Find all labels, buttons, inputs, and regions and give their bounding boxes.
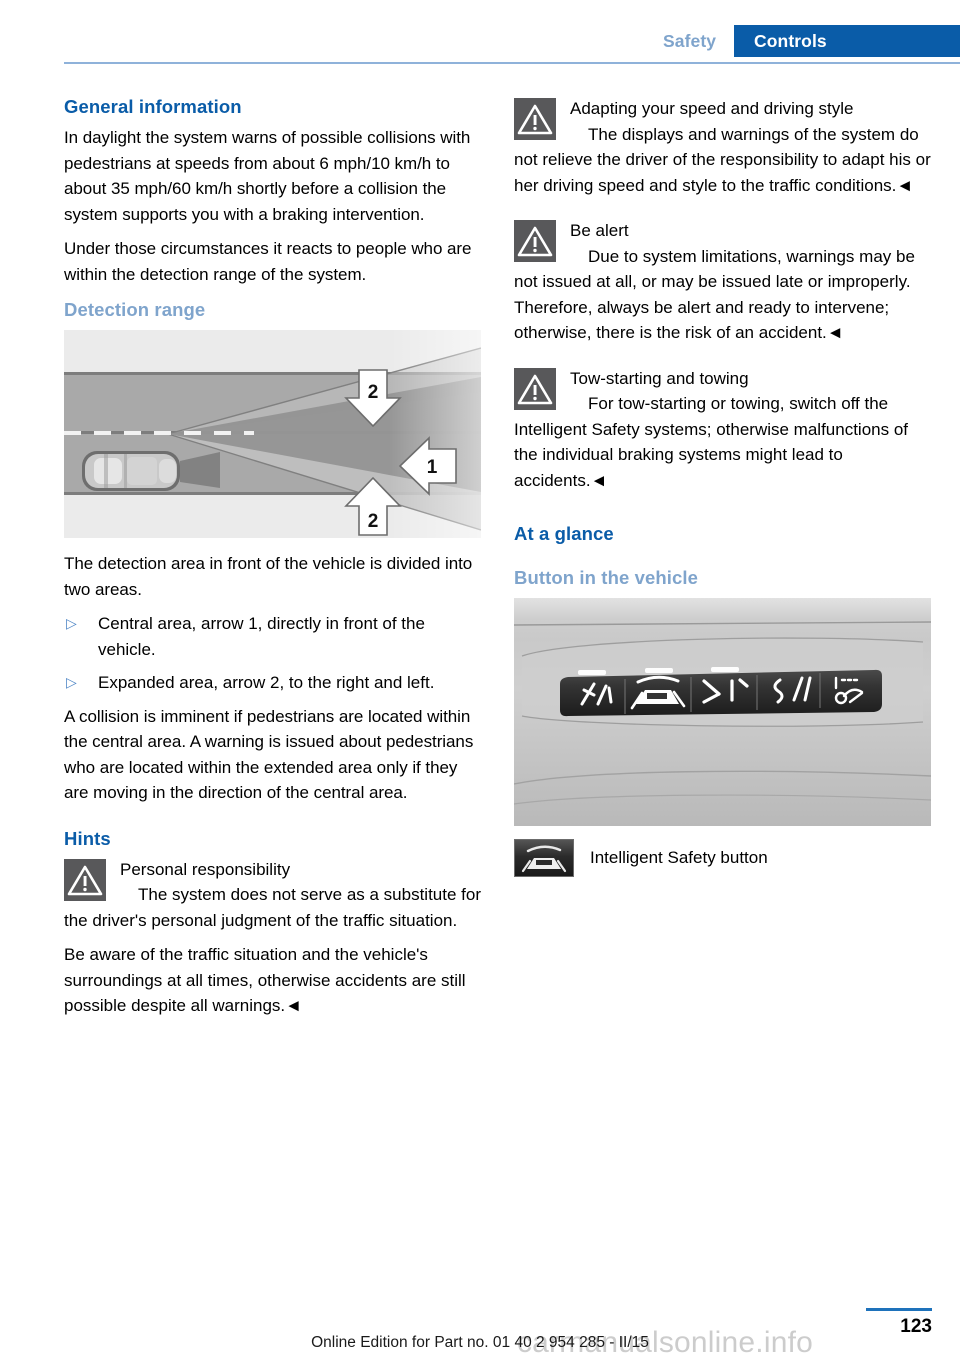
bullet-central-area-text: Central area, arrow 1, directly in front… — [98, 614, 425, 659]
warning-body: For tow-starting or towing, switch off t… — [514, 394, 909, 490]
header-tab-controls[interactable]: Controls — [754, 31, 827, 52]
left-column: General information In daylight the syst… — [64, 96, 481, 1028]
button-bar — [560, 669, 882, 717]
heading-button-in-the-vehicle: Button in the vehicle — [514, 567, 699, 588]
warning-title: Personal responsibility — [120, 859, 291, 879]
header-tab-safety[interactable]: Safety — [663, 31, 716, 52]
warning-tow-starting: Tow-starting and towing For tow-starting… — [514, 366, 931, 494]
warning-adapting-speed: Adapting your speed and driving style Th… — [514, 96, 931, 198]
bullet-central-area: ▷ Central area, arrow 1, directly in fro… — [64, 611, 481, 662]
caption-label: Intelligent Safety button — [590, 848, 768, 868]
paragraph-detection-two-areas: The detection area in front of the vehic… — [64, 554, 473, 599]
button-panel-photo — [514, 598, 931, 826]
bullet-expanded-area-text: Expanded area, arrow 2, to the right and… — [98, 673, 435, 692]
warning-body: Due to system limitations, warnings may … — [514, 246, 915, 343]
bullet-marker-icon: ▷ — [66, 615, 77, 631]
detection-range-svg: 1 2 2 — [64, 330, 481, 538]
warning-title: Tow-starting and towing — [570, 368, 749, 388]
warning-triangle-icon — [64, 858, 106, 901]
heading-detection-range: Detection range — [64, 299, 206, 320]
intelligent-safety-button-icon — [514, 839, 574, 877]
manual-page: Safety Controls General information In d… — [0, 0, 960, 1362]
warning-personal-responsibility: Personal responsibility The system does … — [64, 857, 481, 1019]
header-divider-rule — [64, 62, 960, 64]
svg-text:2: 2 — [368, 382, 379, 403]
bullet-marker-icon: ▷ — [66, 674, 77, 690]
warning-triangle-icon — [514, 98, 556, 140]
heading-hints: Hints — [64, 827, 111, 849]
paragraph-collision-imminent: A collision is imminent if pedestrians a… — [64, 706, 474, 803]
warning-triangle-icon — [514, 220, 556, 262]
heading-at-a-glance: At a glance — [514, 523, 614, 544]
svg-text:2: 2 — [368, 511, 379, 532]
warning-triangle-icon — [514, 367, 556, 410]
footer-edition-text: Online Edition for Part no. 01 40 2 954 … — [311, 1334, 649, 1351]
warning-title: Adapting your speed and driving style — [570, 99, 854, 118]
heading-general-information: General information — [64, 96, 242, 117]
warning-body-secondary: Be aware of the traffic situation and th… — [64, 945, 466, 1015]
warning-title: Be alert — [570, 221, 629, 240]
page-header: Safety Controls — [0, 0, 960, 64]
right-column: Adapting your speed and driving style Th… — [514, 96, 931, 877]
paragraph-daylight-warning: In daylight the system warns of possible… — [64, 128, 471, 224]
detection-range-illustration: 1 2 2 — [64, 330, 481, 538]
photo-caption: Intelligent Safety button — [514, 839, 931, 877]
svg-text:1: 1 — [427, 457, 438, 478]
button-panel-svg — [514, 598, 931, 826]
bullet-expanded-area: ▷ Expanded area, arrow 2, to the right a… — [64, 670, 481, 696]
warning-body: The displays and warnings of the system … — [514, 124, 931, 195]
warning-body: The system does not serve as a substi­tu… — [64, 885, 481, 930]
paragraph-detection-range-people: Under those circumstances it reacts to p… — [64, 239, 472, 284]
footer-accent-rule — [866, 1308, 932, 1311]
warning-be-alert: Be alert Due to system limitations, warn… — [514, 218, 931, 346]
